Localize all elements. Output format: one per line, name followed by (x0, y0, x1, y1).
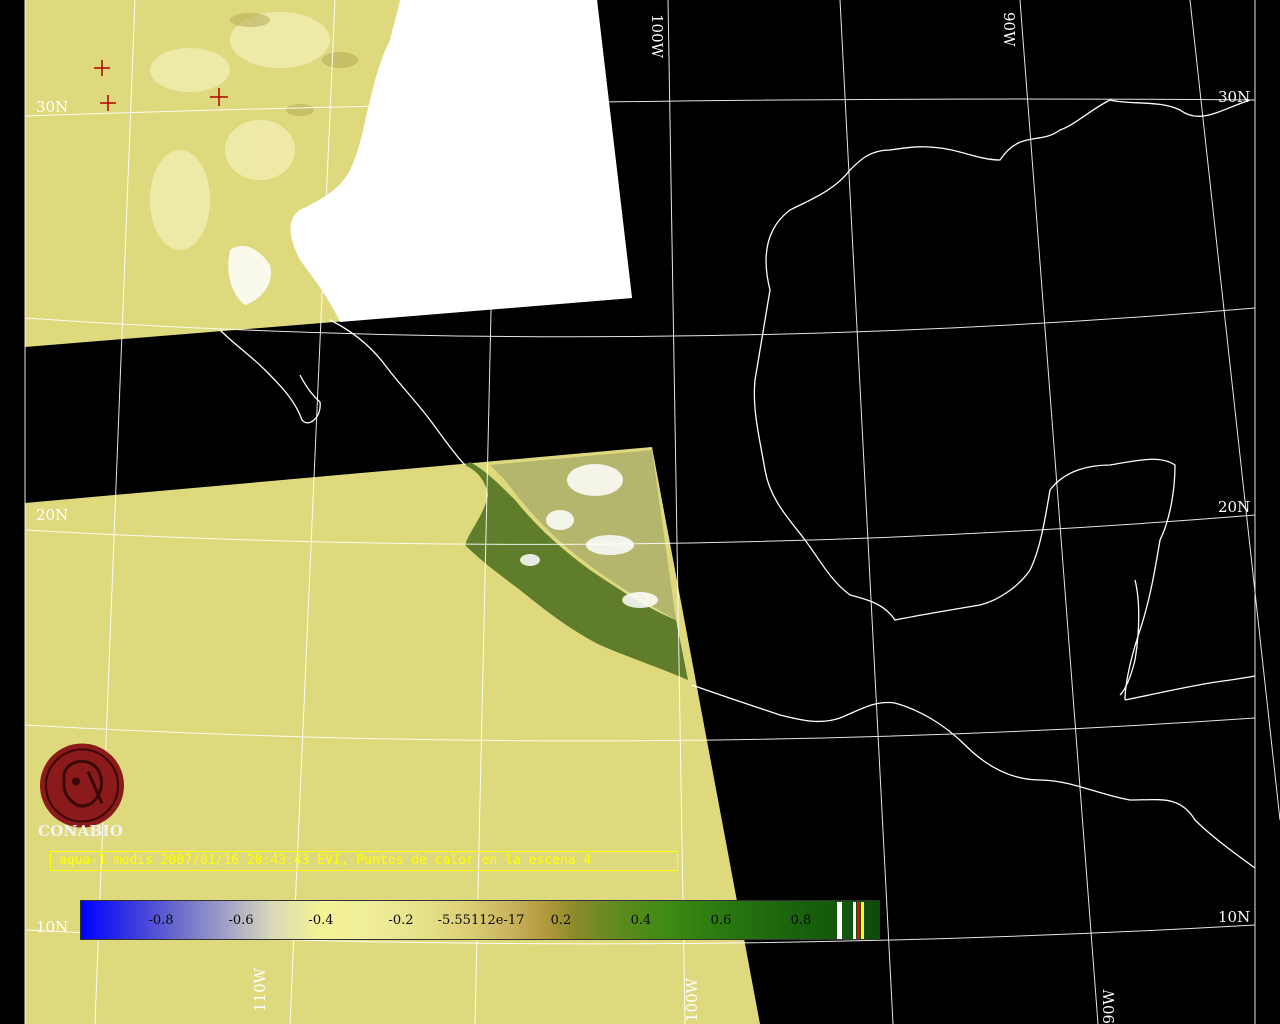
evi-colorbar: -0.8 -0.6 -0.4 -0.2 -5.55112e-17 0.2 0.4… (80, 900, 880, 940)
colorbar-swatch-yellow (861, 902, 864, 939)
colorbar-swatch-white-2 (853, 902, 856, 939)
image-caption: aqua-1 modis 2007/01/16 20:43:43 EVI, Pu… (50, 851, 678, 871)
label-lat-30n-left: 30N (36, 98, 68, 116)
label-lon-100w-top: 100W (648, 14, 666, 59)
coast-baja-peninsula (219, 329, 321, 424)
label-lon-110w-bottom: 110W (251, 967, 269, 1012)
label-lon-90w-bottom: 90W (1100, 989, 1118, 1024)
colorbar-tick-label: -5.55112e-17 (437, 913, 525, 928)
label-lat-30n-right: 30N (1218, 88, 1250, 106)
coast-belize (1119, 579, 1140, 696)
label-lat-20n-right: 20N (1218, 498, 1250, 516)
colorbar-tick-label: -0.8 (148, 913, 174, 928)
colorbar-tick-label: 0.2 (550, 913, 572, 928)
label-lat-20n-left: 20N (36, 506, 68, 524)
colorbar-tick-label: 0.8 (790, 913, 812, 928)
label-lat-10n-left: 10N (36, 918, 68, 936)
conabio-logo-text: CONABIO (38, 822, 124, 840)
colorbar-tick-label: -0.6 (228, 913, 254, 928)
colorbar-tick-label: 0.4 (630, 913, 652, 928)
meridian-95w (839, 0, 894, 1024)
colorbar-tick-label: -0.4 (308, 913, 334, 928)
coast-pacific-south (691, 684, 1256, 869)
colorbar-swatch-red (857, 902, 860, 939)
coast-caribbean (1124, 675, 1256, 701)
meridian-85w (1189, 0, 1280, 821)
colorbar-swatch-white-1 (837, 902, 842, 939)
label-lon-90w-top: 90W (1000, 12, 1018, 47)
meridian-90w (1019, 0, 1099, 1024)
coast-pacific-mainland (329, 319, 466, 466)
colorbar-tick-label: -0.2 (388, 913, 414, 928)
label-lon-100w-bottom: 100W (683, 977, 701, 1022)
colorbar-tick-label: 0.6 (710, 913, 732, 928)
label-lat-10n-right: 10N (1218, 908, 1250, 926)
coast-gulf-of-mexico (753, 99, 1251, 701)
